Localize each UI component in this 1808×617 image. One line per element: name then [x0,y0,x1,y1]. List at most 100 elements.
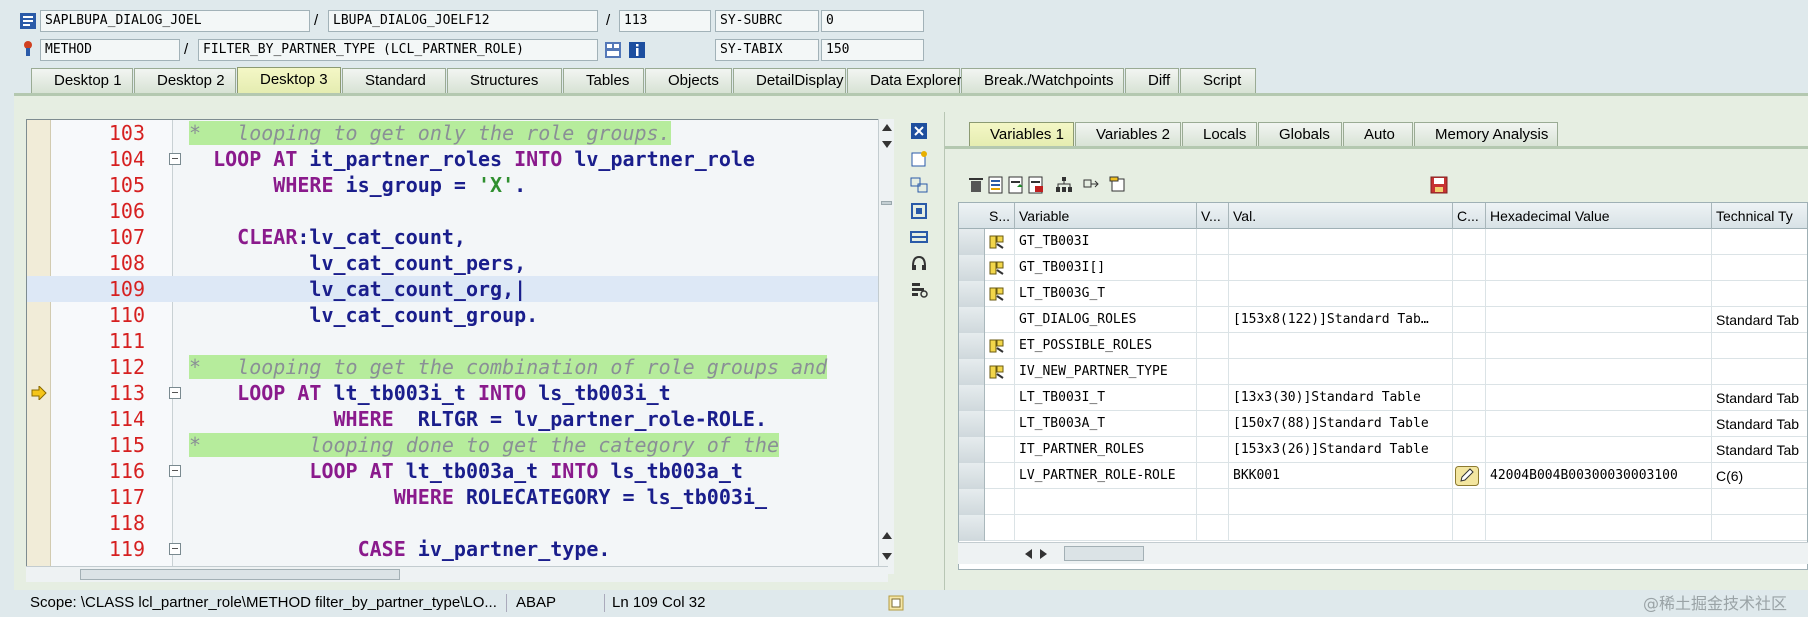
import-icon[interactable] [1027,176,1045,194]
code-line[interactable]: 104 LOOP AT it_partner_roles INTO lv_par… [27,146,887,172]
tab-desktop-1[interactable]: Desktop 1 [31,68,133,93]
close-icon[interactable] [910,122,928,140]
col-header-technical-type[interactable]: Technical Ty [1712,203,1807,229]
tab-structures[interactable]: Structures [447,68,562,93]
variables-table[interactable]: S... Variable V... Val. C... Hexadecimal… [958,202,1808,570]
tab-variables-1[interactable]: Variables 1 [969,122,1074,147]
code-line[interactable]: 110 lv_cat_count_group. [27,302,887,328]
tab-desktop-3[interactable]: Desktop 3 [237,67,341,94]
col-header-status[interactable]: S... [985,203,1015,229]
col-header-variable[interactable]: Variable [1015,203,1197,229]
code-editor[interactable]: 103 * looping to get only the role groups… [26,119,888,575]
col-header-v[interactable]: V... [1197,203,1229,229]
delete-icon[interactable] [967,176,985,194]
row-selector[interactable] [959,463,985,489]
scroll-down-icon[interactable] [882,141,892,149]
structure-icon[interactable] [1055,176,1073,194]
variable-cell[interactable]: IV_NEW_PARTNER_TYPE [1015,359,1197,385]
collapse-block-icon[interactable] [169,465,181,477]
row-selector[interactable] [959,437,985,463]
tab-desktop-2[interactable]: Desktop 2 [134,68,236,93]
table-row[interactable]: IT_PARTNER_ROLES [153x3(26)]Standard Tabl… [959,437,1807,463]
swap-tool-icon[interactable] [910,176,928,194]
row-selector[interactable] [959,255,985,281]
collapse-block-icon[interactable] [169,387,181,399]
table-row[interactable]: IV_NEW_PARTNER_TYPE [959,359,1807,385]
tab-locals[interactable]: Locals [1182,122,1257,147]
table-row[interactable]: LT_TB003G_T [959,281,1807,307]
transfer-icon[interactable] [1083,176,1101,194]
scroll-down-icon[interactable] [882,553,892,561]
row-selector[interactable] [959,281,985,307]
tab-tables[interactable]: Tables [563,68,644,93]
row-selector[interactable] [959,359,985,385]
tab-diff[interactable]: Diff [1125,68,1179,93]
editor-vertical-scrollbar[interactable] [878,119,894,574]
scroll-left-icon[interactable] [1024,549,1032,559]
table-row[interactable] [959,515,1807,541]
collapse-block-icon[interactable] [169,153,181,165]
tab-break-watchpoints[interactable]: Break./Watchpoints [961,68,1124,93]
structure-variable-icon[interactable] [989,364,1005,380]
display-object-icon[interactable] [604,41,622,59]
editor-horizontal-scrollbar[interactable] [26,566,888,582]
code-line[interactable]: 116 LOOP AT lt_tb003a_t INTO ls_tb003a_t [27,458,887,484]
row-selector[interactable] [959,411,985,437]
variable-cell[interactable]: LT_TB003I_T [1015,385,1197,411]
tab-memory-analysis[interactable]: Memory Analysis [1414,122,1558,147]
row-selector[interactable] [959,229,985,255]
code-line[interactable]: 105 WHERE is_group = 'X'. [27,172,887,198]
table-row[interactable]: ET_POSSIBLE_ROLES [959,333,1807,359]
settings-icon[interactable] [910,280,928,298]
collapse-block-icon[interactable] [169,543,181,555]
code-line[interactable]: 107 CLEAR:lv_cat_count, [27,224,887,250]
variable-cell[interactable] [1015,489,1197,515]
structure-variable-icon[interactable] [989,260,1005,276]
export-icon[interactable] [1007,176,1025,194]
table-row[interactable]: GT_TB003I[] [959,255,1807,281]
variable-cell[interactable] [1015,515,1197,541]
tab-data-explorer[interactable]: Data Explorer [847,68,962,93]
table-row[interactable]: LT_TB003A_T [150x7(88)]Standard Table Stan… [959,411,1807,437]
tab-script[interactable]: Script [1180,68,1256,93]
variable-cell[interactable]: IT_PARTNER_ROLES [1015,437,1197,463]
table-row[interactable]: LT_TB003I_T [13x3(30)]Standard Table Stand… [959,385,1807,411]
variable-cell[interactable]: GT_TB003I [1015,229,1197,255]
new-tool-icon[interactable] [910,150,928,168]
services-icon[interactable] [910,254,928,272]
code-line[interactable]: 106 [27,198,887,224]
row-selector[interactable] [959,333,985,359]
variable-cell[interactable]: LT_TB003A_T [1015,411,1197,437]
variable-cell[interactable]: LV_PARTNER_ROLE-ROLE [1015,463,1197,489]
scroll-thumb[interactable] [1064,546,1144,561]
row-selector[interactable] [959,307,985,333]
save-icon[interactable] [1430,176,1448,194]
variable-cell[interactable]: LT_TB003G_T [1015,281,1197,307]
display-data-icon[interactable] [1109,176,1127,194]
code-line[interactable]: 108 lv_cat_count_pers, [27,250,887,276]
col-header-value[interactable]: Val. [1229,203,1453,229]
table-row[interactable]: GT_DIALOG_ROLES [153x8(122)]Standard Tab…… [959,307,1807,333]
code-line[interactable]: 119 CASE iv_partner_type. [27,536,887,562]
table-row[interactable]: GT_TB003I [959,229,1807,255]
code-line[interactable]: 112 * looping to get the combination of r… [27,354,887,380]
scroll-thumb[interactable] [80,569,400,580]
tab-globals[interactable]: Globals [1258,122,1342,147]
info-icon[interactable] [628,41,646,59]
tab-auto[interactable]: Auto [1343,122,1413,147]
display-details-icon[interactable] [987,176,1005,194]
scroll-up-icon[interactable] [882,531,892,539]
code-line[interactable]: 114 WHERE RLTGR = lv_partner_role-ROLE. [27,406,887,432]
row-selector[interactable] [959,489,985,515]
variable-cell[interactable]: GT_TB003I[] [1015,255,1197,281]
table-row[interactable]: LV_PARTNER_ROLE-ROLE BKK001 42004B004B0030… [959,463,1807,489]
structure-variable-icon[interactable] [989,286,1005,302]
variable-cell[interactable]: GT_DIALOG_ROLES [1015,307,1197,333]
row-selector[interactable] [959,515,985,541]
tab-detaildisplay[interactable]: DetailDisplay [733,68,846,93]
code-line[interactable]: 113 LOOP AT lt_tb003i_t INTO ls_tb003i_t [27,380,887,406]
scroll-thumb[interactable] [881,201,892,205]
table-horizontal-scrollbar[interactable] [958,542,1808,564]
col-header-hex[interactable]: Hexadecimal Value [1486,203,1712,229]
structure-variable-icon[interactable] [989,338,1005,354]
